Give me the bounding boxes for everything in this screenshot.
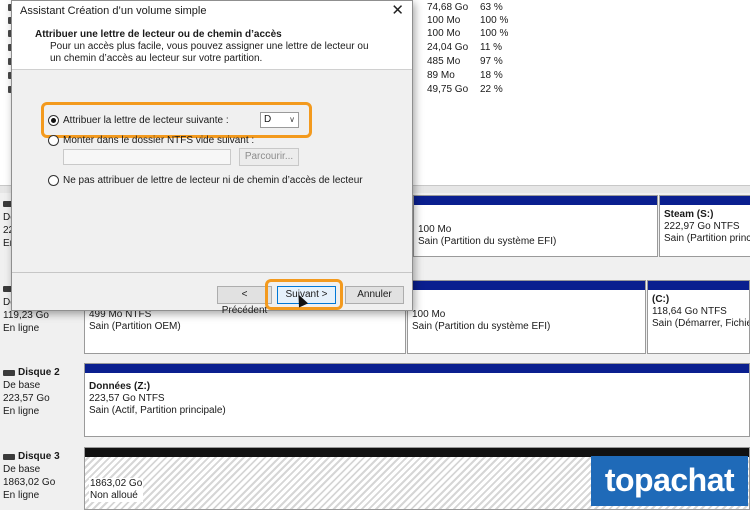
volume-free-pct: 100 % — [480, 15, 509, 26]
disk-size: 223,57 Go — [3, 393, 50, 404]
cancel-button[interactable]: Annuler — [345, 286, 404, 304]
partition-status: Sain (Démarrer, Fichier — [652, 318, 750, 329]
mount-path-input[interactable] — [63, 149, 231, 165]
drive-letter-select[interactable]: D ∨ — [260, 112, 299, 128]
volume-capacity: 89 Mo — [427, 70, 455, 81]
volume-free-pct: 22 % — [480, 84, 503, 95]
partition-name: Steam (S:) — [664, 209, 714, 220]
chevron-down-icon: ∨ — [289, 115, 295, 124]
dialog-body: Attribuer la lettre de lecteur suivante … — [12, 71, 412, 271]
disk-name: Disque 2 — [3, 366, 83, 379]
disk-label[interactable]: Disque 2 De base 223,57 Go En ligne — [0, 362, 83, 442]
disk-size: 1863,02 Go — [3, 477, 56, 488]
disk-state: En ligne — [3, 490, 40, 501]
partition-size: 100 Mo — [418, 224, 452, 235]
volume-capacity: 24,04 Go — [427, 42, 469, 53]
radio-unchecked-icon[interactable] — [48, 135, 59, 146]
partition-size: 1863,02 Go — [90, 478, 143, 489]
partition-size: 118,64 Go NTFS — [652, 306, 727, 317]
volume-free-pct: 100 % — [480, 28, 509, 39]
volume-capacity: 49,75 Go — [427, 84, 469, 95]
partition-steam[interactable]: Steam (S:) 222,97 Go NTFS Sain (Partitio… — [659, 195, 750, 257]
partition-status: Sain (Actif, Partition principale) — [89, 405, 226, 416]
partition-size: 223,57 Go NTFS — [89, 393, 165, 404]
partition-size: 222,97 Go NTFS — [664, 221, 740, 232]
radio-label: Attribuer la lettre de lecteur suivante … — [63, 115, 229, 126]
volume-free-pct: 18 % — [480, 70, 503, 81]
partition-status: Sain (Partition du système EFI) — [412, 321, 551, 332]
disk-label[interactable]: Disque 3 De base 1863,02 Go En ligne — [0, 446, 83, 510]
volume-capacity: 100 Mo — [427, 28, 461, 39]
dialog-header: Attribuer une lettre de lecteur ou de ch… — [12, 21, 412, 70]
partition-status: Sain (Partition OEM) — [89, 321, 181, 332]
radio-label: Ne pas attribuer de lettre de lecteur ni… — [63, 175, 363, 186]
disk-state: En ligne — [3, 406, 40, 417]
back-button[interactable]: < Précédent — [217, 286, 272, 316]
volume-capacity: 100 Mo — [427, 15, 461, 26]
disk-type: De base — [3, 464, 41, 475]
partition-name: (C:) — [652, 294, 670, 305]
radio-mount-folder[interactable]: Monter dans le dossier NTFS vide suivant… — [48, 135, 254, 146]
partition-bar — [85, 364, 749, 373]
radio-assign-letter[interactable]: Attribuer la lettre de lecteur suivante … — [48, 115, 229, 126]
partition-bar — [648, 281, 749, 290]
partition-bar — [414, 196, 657, 205]
browse-button[interactable]: Parcourir... — [239, 148, 299, 166]
disk-state: En ligne — [3, 323, 40, 334]
close-icon[interactable]: ✕ — [391, 2, 404, 19]
disk-row-2: Disque 2 De base 223,57 Go En ligne Donn… — [0, 362, 750, 442]
radio-no-assign[interactable]: Ne pas attribuer de lettre de lecteur ni… — [48, 175, 363, 186]
disk-icon — [3, 453, 15, 460]
volume-capacity: 485 Mo — [427, 56, 461, 67]
volume-free-pct: 97 % — [480, 56, 503, 67]
partition-name: Données (Z:) — [89, 381, 151, 392]
partition-status: Sain (Partition du système EFI) — [418, 236, 557, 247]
partition-efi[interactable]: 100 Mo Sain (Partition du système EFI) — [407, 280, 646, 354]
partition-bar — [660, 196, 750, 205]
partition-donnees[interactable]: Données (Z:) 223,57 Go NTFS Sain (Actif,… — [84, 363, 750, 437]
volume-free-pct: 63 % — [480, 2, 503, 13]
partition-c[interactable]: (C:) 118,64 Go NTFS Sain (Démarrer, Fich… — [647, 280, 750, 354]
disk-name-text: Disque 2 — [18, 367, 60, 378]
disk-type: De base — [3, 380, 41, 391]
partition-status: Sain (Partition princ — [664, 233, 750, 244]
disk-icon — [3, 369, 15, 376]
dialog-heading: Attribuer une lettre de lecteur ou de ch… — [35, 29, 282, 40]
dialog-description: Pour un accès plus facile, vous pouvez a… — [50, 41, 369, 64]
partition-size: 100 Mo — [412, 309, 446, 320]
volume-capacity: 74,68 Go — [427, 2, 469, 13]
dialog-titlebar[interactable]: Assistant Création d’un volume simple ✕ — [12, 1, 412, 21]
radio-unchecked-icon[interactable] — [48, 175, 59, 186]
partition-bar — [408, 281, 645, 290]
dialog-footer-divider — [12, 272, 412, 273]
partition-efi[interactable]: 100 Mo Sain (Partition du système EFI) — [413, 195, 658, 257]
disk-name: Disque 3 — [3, 450, 83, 463]
volume-free-pct: 11 % — [480, 42, 503, 53]
disk-name-text: Disque 3 — [18, 451, 60, 462]
selected-letter: D — [264, 114, 272, 125]
partition-status: Non alloué — [90, 490, 138, 501]
topachat-logo: topachat — [591, 456, 748, 506]
dialog-title: Assistant Création d’un volume simple — [20, 5, 207, 17]
wizard-dialog: Assistant Création d’un volume simple ✕ … — [11, 0, 413, 316]
radio-label: Monter dans le dossier NTFS vide suivant… — [63, 135, 255, 146]
radio-checked-icon[interactable] — [48, 115, 59, 126]
